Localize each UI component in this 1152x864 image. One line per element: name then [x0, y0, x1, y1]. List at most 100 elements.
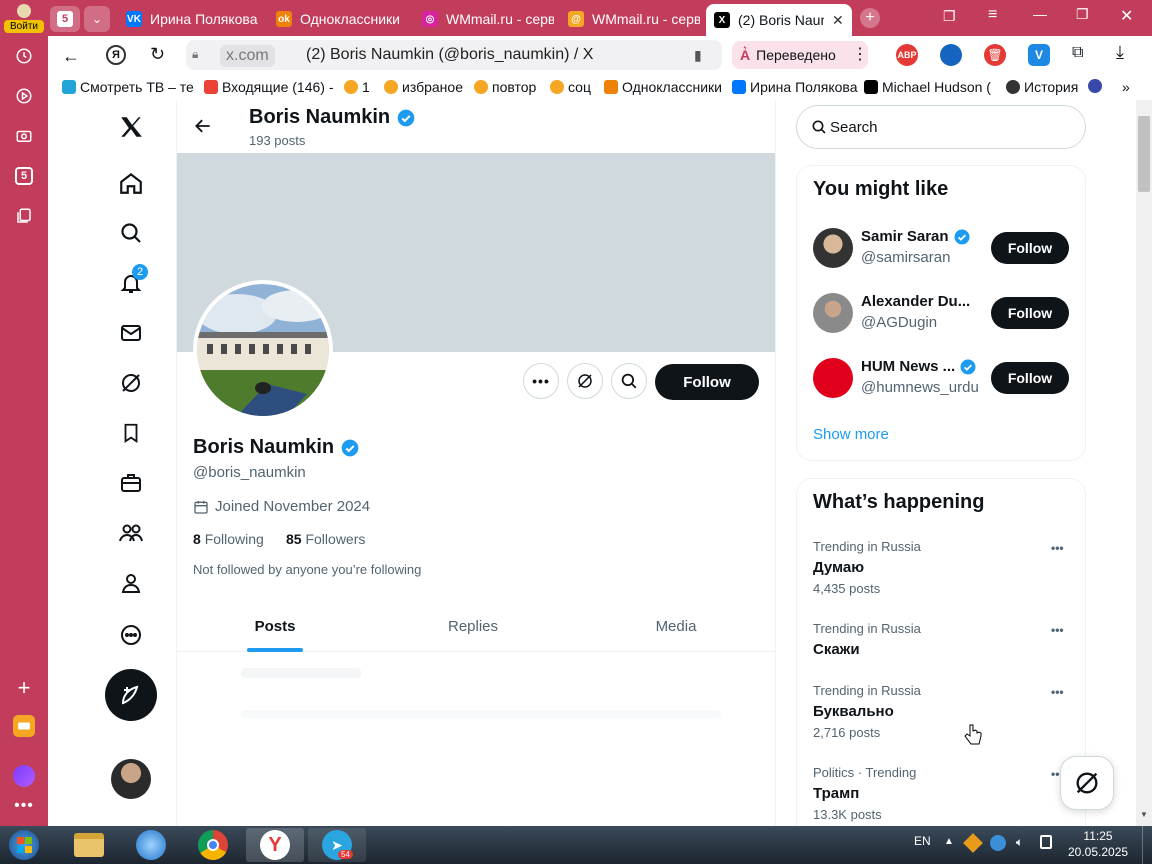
more-icon[interactable]: •••	[12, 794, 36, 818]
volume-icon[interactable]: 🔈︎	[1016, 835, 1023, 850]
tab-count-button[interactable]: 5	[50, 6, 80, 32]
close-window-icon[interactable]: ✕	[1120, 6, 1133, 26]
more-icon[interactable]	[118, 622, 144, 648]
translate-button[interactable]: A͛ Переведено	[732, 41, 868, 69]
trend-item[interactable]: Trending in Russia Думаю 4,435 posts •••	[813, 539, 1071, 599]
chrome-button[interactable]	[184, 828, 242, 862]
camera-icon[interactable]	[12, 124, 36, 148]
more-options-button[interactable]: •••	[523, 363, 559, 399]
tab-vk[interactable]: VK Ирина Полякова	[118, 4, 258, 34]
jobs-icon[interactable]	[118, 470, 144, 496]
tab-wmmail-1[interactable]: ◎ WMmail.ru - серв	[414, 4, 554, 34]
mail-app-icon[interactable]	[12, 714, 36, 738]
search-input[interactable]: Search	[796, 105, 1086, 149]
download-icon[interactable]: ⤓	[1116, 42, 1124, 63]
tray-expand-icon[interactable]: ▲	[944, 836, 954, 847]
trash-extension-icon[interactable]: 🗑︎	[984, 44, 1006, 66]
suggested-user[interactable]: Alexander Du... @AGDugin Follow	[813, 291, 1071, 335]
bookmark-item[interactable]: Одноклассники	[604, 79, 722, 95]
collections-icon[interactable]	[12, 204, 36, 228]
tab-odnoklassniki[interactable]: ok Одноклассники	[268, 4, 408, 34]
bookmark-item[interactable]: избраное	[384, 79, 463, 95]
tray-display-icon[interactable]	[1040, 835, 1052, 849]
add-icon[interactable]: +	[12, 675, 36, 700]
video-icon[interactable]	[12, 84, 36, 108]
follow-button[interactable]: Follow	[991, 362, 1069, 394]
bookmark-item[interactable]: повтор	[474, 79, 536, 95]
tab-replies[interactable]: Replies	[373, 600, 573, 652]
tab-list-chevron-icon[interactable]: ⌄	[84, 6, 110, 32]
yandex-browser-button[interactable]: Y	[246, 828, 304, 862]
trend-item[interactable]: Trending in Russia Скажи •••	[813, 621, 1071, 661]
follow-button[interactable]: Follow	[991, 232, 1069, 264]
clock[interactable]: 11:25 20.05.2025	[1068, 829, 1128, 859]
follow-button[interactable]: Follow	[655, 364, 759, 400]
vpn-extension-icon[interactable]	[940, 44, 962, 66]
reload-icon[interactable]: ↻	[150, 44, 165, 65]
back-icon[interactable]: ←	[62, 46, 80, 67]
url-bar[interactable]: 🔒︎ x.com (2) Boris Naumkin (@boris_naumk…	[186, 40, 722, 70]
login-button[interactable]: Войти	[4, 2, 44, 36]
bookmark-window-icon[interactable]: ❐	[943, 8, 956, 25]
trend-more-icon[interactable]: •••	[1051, 685, 1064, 699]
suggested-user[interactable]: HUM News ... @humnews_urdu Follow	[813, 356, 1071, 400]
bookmark-item[interactable]: Ирина Полякова	[732, 79, 858, 95]
account-avatar[interactable]	[111, 759, 151, 799]
bookmark-item[interactable]	[1088, 79, 1102, 93]
ie-button[interactable]	[122, 828, 180, 862]
profile-icon[interactable]	[118, 570, 144, 596]
more-vertical-icon[interactable]: ⋮	[852, 44, 868, 64]
close-tab-icon[interactable]: ✕	[832, 12, 844, 29]
tray-network-icon[interactable]	[990, 835, 1006, 851]
alice-icon[interactable]	[12, 764, 36, 788]
minimize-icon[interactable]: —	[1033, 6, 1047, 22]
notifications-icon[interactable]: 2	[118, 264, 148, 296]
tab-wmmail-2[interactable]: @ WMmail.ru - серв	[560, 4, 700, 34]
tab-x-profile[interactable]: X (2) Boris Naum ✕	[706, 4, 852, 36]
back-arrow-icon[interactable]	[193, 116, 213, 142]
bookmark-item[interactable]: Michael Hudson (	[864, 79, 992, 95]
show-desktop-button[interactable]	[1142, 826, 1152, 864]
follow-button[interactable]: Follow	[991, 297, 1069, 329]
tab-posts[interactable]: Posts	[177, 600, 373, 652]
bookmark-item[interactable]: соц	[550, 79, 591, 95]
bookmark-page-icon[interactable]: ▮	[694, 47, 702, 64]
file-explorer-button[interactable]	[60, 828, 118, 862]
trend-more-icon[interactable]: •••	[1051, 623, 1064, 637]
extensions-icon[interactable]: ⧉	[1072, 44, 1083, 62]
trend-item[interactable]: Trending in Russia Буквально 2,716 posts…	[813, 683, 1071, 743]
restore-icon[interactable]: ❐	[1076, 6, 1089, 23]
tab-media[interactable]: Media	[577, 600, 775, 652]
history-icon[interactable]	[12, 44, 36, 68]
menu-icon[interactable]: ≡	[988, 6, 997, 24]
scroll-down-arrow-icon[interactable]: ▼	[1140, 810, 1148, 819]
new-tab-button[interactable]: +	[860, 8, 880, 28]
x-logo-icon[interactable]	[118, 114, 144, 140]
trend-item[interactable]: Politics · Trending Трамп 13.3K posts ••…	[813, 765, 1071, 825]
trend-more-icon[interactable]: •••	[1051, 541, 1064, 555]
communities-icon[interactable]	[118, 520, 144, 546]
tray-app-icon[interactable]	[963, 833, 983, 853]
grok-icon[interactable]	[118, 370, 144, 396]
profile-avatar[interactable]	[193, 280, 333, 420]
bookmarks-icon[interactable]	[118, 420, 144, 446]
shield-extension-icon[interactable]: V	[1028, 44, 1050, 66]
suggested-user[interactable]: Samir Saran @samirsaran Follow	[813, 226, 1071, 270]
yandex-icon[interactable]: Я	[106, 45, 126, 65]
start-button[interactable]	[4, 828, 44, 862]
search-profile-button[interactable]	[611, 363, 647, 399]
language-indicator[interactable]: EN	[914, 834, 931, 848]
home-icon[interactable]	[118, 170, 144, 196]
following-link[interactable]: 8 Following	[193, 531, 264, 547]
compose-post-button[interactable]	[105, 669, 157, 721]
bookmarks-overflow-icon[interactable]: »	[1122, 79, 1130, 95]
telegram-button[interactable]: ➤ 54	[308, 828, 366, 862]
adblock-icon[interactable]: ABP	[896, 44, 918, 66]
scrollbar-thumb[interactable]	[1138, 116, 1150, 192]
channel-five-icon[interactable]: 5	[12, 164, 36, 188]
show-more-link[interactable]: Show more	[813, 426, 889, 443]
bookmark-item[interactable]: История	[1006, 79, 1078, 95]
bookmark-item[interactable]: 1	[344, 79, 370, 95]
bookmark-item[interactable]: Входящие (146) -	[204, 79, 334, 95]
page-scrollbar[interactable]: ▼	[1136, 100, 1152, 826]
